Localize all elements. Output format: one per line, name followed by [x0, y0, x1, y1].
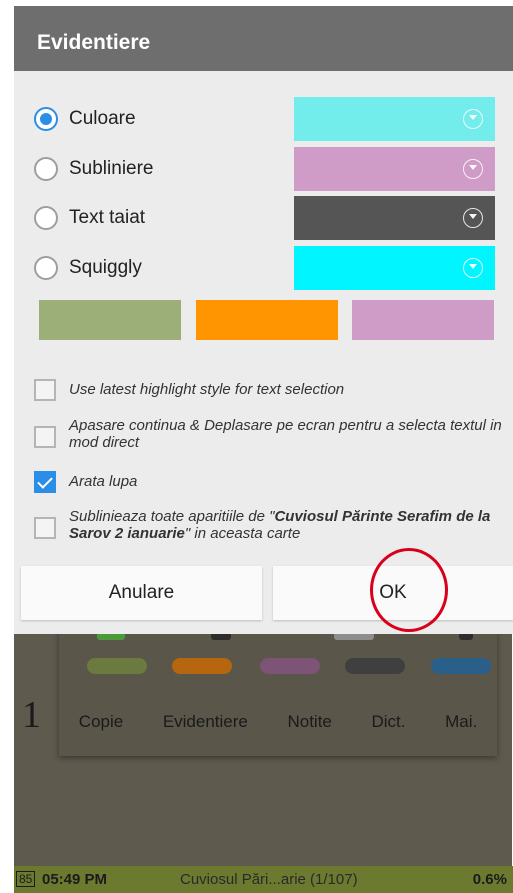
option-strikethrough-label: Text taiat — [69, 207, 146, 228]
color-picker-color[interactable] — [294, 97, 495, 141]
option-color-label: Culoare — [69, 108, 136, 129]
checkbox-underline-all-label: Sublinieaza toate aparitiile de "Cuviosu… — [69, 508, 491, 542]
checkbox-row-direct-select[interactable]: Apasare continua & Deplasare pe ecran pe… — [34, 416, 504, 458]
popup-color-swatches — [77, 658, 491, 676]
popup-menu: Copie Evidentiere Notite Dict. Mai. — [59, 712, 497, 732]
menu-more[interactable]: Mai. — [443, 712, 479, 732]
radio-color[interactable] — [34, 107, 58, 131]
battery-indicator: 85 — [16, 871, 36, 887]
cancel-button[interactable]: Anulare — [21, 566, 262, 620]
popup-swatch-purple[interactable] — [260, 658, 320, 674]
preset-color-orange[interactable] — [196, 300, 338, 340]
highlight-dialog: Evidentiere Culoare Subliniere Text taia… — [14, 6, 513, 634]
option-strikethrough[interactable]: Text taiat — [14, 196, 513, 240]
checkbox-row-latest-style[interactable]: Use latest highlight style for text sele… — [34, 377, 504, 403]
checkbox-underline-all[interactable] — [34, 517, 56, 539]
option-underline[interactable]: Subliniere — [14, 147, 513, 191]
checkbox-direct-select-label: Apasare continua & Deplasare pe ecran pe… — [69, 417, 502, 451]
option-squiggly[interactable]: Squiggly — [14, 246, 513, 290]
checkbox-latest-style-label: Use latest highlight style for text sele… — [69, 381, 345, 398]
option-squiggly-label: Squiggly — [69, 257, 142, 278]
radio-strikethrough[interactable] — [34, 206, 58, 230]
popup-swatch-gray[interactable] — [345, 658, 405, 674]
popup-swatch-green[interactable] — [87, 658, 147, 674]
checkbox-latest-style[interactable] — [34, 379, 56, 401]
popup-swatch-blue[interactable] — [431, 658, 491, 674]
status-bar: 85 05:49 PM Cuviosul Pări...arie (1/107)… — [14, 866, 513, 893]
chevron-down-icon — [463, 258, 483, 278]
checkbox-row-underline-all[interactable]: Sublinieaza toate aparitiile de "Cuviosu… — [34, 507, 504, 549]
page-text-fragment: 1 — [22, 694, 41, 736]
menu-highlight[interactable]: Evidentiere — [161, 712, 250, 732]
menu-dict[interactable]: Dict. — [369, 712, 407, 732]
color-picker-underline[interactable] — [294, 147, 495, 191]
checkbox-row-magnifier[interactable]: Arata lupa — [34, 469, 504, 495]
book-title: Cuviosul Pări...arie (1/107) — [180, 871, 358, 888]
color-picker-strikethrough[interactable] — [294, 196, 495, 240]
clock: 05:49 PM — [42, 871, 108, 888]
radio-underline[interactable] — [34, 157, 58, 181]
radio-squiggly[interactable] — [34, 256, 58, 280]
chevron-down-icon — [463, 208, 483, 228]
checkbox-direct-select[interactable] — [34, 426, 56, 448]
chevron-down-icon — [463, 159, 483, 179]
color-picker-squiggly[interactable] — [294, 246, 495, 290]
menu-notes[interactable]: Notite — [285, 712, 333, 732]
option-color[interactable]: Culoare — [14, 97, 513, 141]
checkbox-magnifier[interactable] — [34, 471, 56, 493]
reading-progress: 0.6% — [472, 871, 507, 888]
preset-color-green[interactable] — [39, 300, 181, 340]
option-underline-label: Subliniere — [69, 158, 154, 179]
checkbox-magnifier-label: Arata lupa — [69, 473, 138, 490]
dialog-title: Evidentiere — [14, 6, 513, 71]
selection-popup: Copie Evidentiere Notite Dict. Mai. — [59, 626, 497, 756]
ok-button[interactable]: OK — [273, 566, 513, 620]
preset-color-pink[interactable] — [352, 300, 494, 340]
menu-copy[interactable]: Copie — [77, 712, 125, 732]
popup-swatch-orange[interactable] — [172, 658, 232, 674]
chevron-down-icon — [463, 109, 483, 129]
